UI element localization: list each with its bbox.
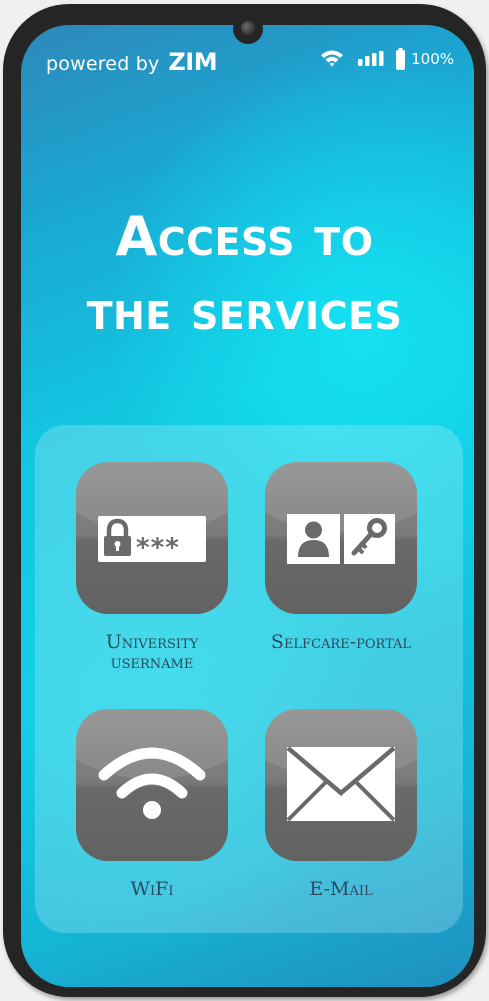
camera-lens [241, 21, 255, 35]
powered-by-text: powered by [46, 53, 160, 75]
label-line-1: E-Mail [309, 878, 373, 900]
status-bar: 100% [320, 45, 454, 73]
wifi-label: WiFi [52, 879, 252, 899]
selfcare-portal-label: Selfcare-portal [241, 632, 441, 652]
svg-text:***: *** [136, 533, 180, 563]
signal-bars-icon [358, 51, 384, 67]
label-line-1: Selfcare-portal [270, 631, 412, 653]
label-line-2: username [110, 651, 194, 673]
university-username-label: University username [52, 632, 252, 672]
wifi-icon [98, 747, 206, 819]
title-line-2: the services [86, 279, 403, 342]
battery-percentage: 100% [411, 50, 454, 68]
battery-icon [396, 48, 406, 70]
wifi-button[interactable] [76, 709, 228, 861]
selfcare-portal-button[interactable] [265, 462, 417, 614]
lock-password-icon: *** [98, 516, 206, 563]
wifi-status-icon [320, 49, 344, 69]
front-camera [233, 14, 263, 44]
powered-by-brand: powered by ZIM [46, 47, 218, 76]
envelope-icon [286, 746, 396, 822]
user-key-icon [287, 514, 395, 564]
email-label: E-Mail [241, 879, 441, 899]
label-line-1: WiFi [130, 878, 174, 900]
university-username-button[interactable]: *** [76, 462, 228, 614]
page-title: Access to the services [0, 200, 489, 348]
title-line-1: Access to [115, 205, 374, 268]
zim-logo: ZIM [168, 48, 218, 76]
label-line-1: University [105, 631, 199, 653]
email-button[interactable] [265, 709, 417, 861]
